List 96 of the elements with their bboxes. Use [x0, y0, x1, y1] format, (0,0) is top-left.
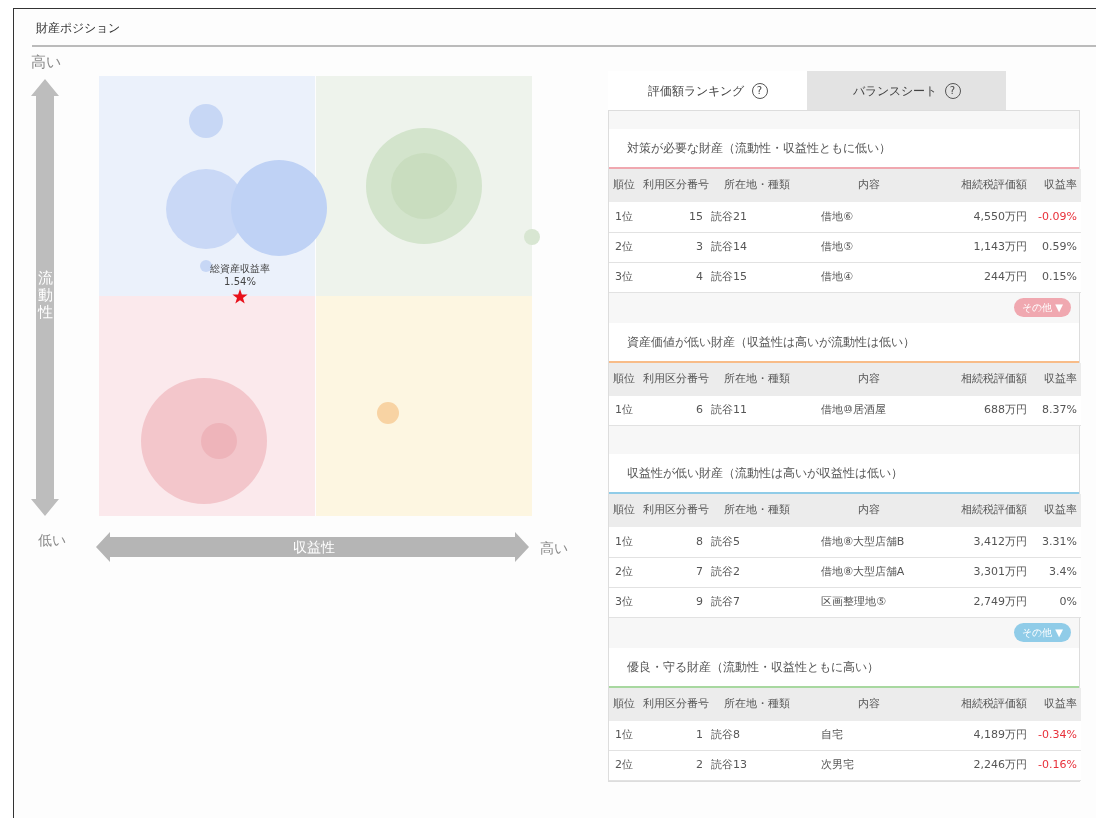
column-header: 順位 — [609, 687, 639, 721]
column-header: 利用区分番号 — [639, 169, 707, 202]
column-header: 相続税評価額 — [931, 687, 1031, 721]
table-cell: 8.37% — [1031, 395, 1081, 426]
bubble — [200, 260, 212, 272]
bubble — [524, 229, 540, 245]
marker-label: 総資産収益率 — [210, 263, 270, 274]
section-title: 収益性が低い財産（流動性は高いが収益性は低い） — [609, 454, 1079, 494]
tab[interactable]: バランスシート ? — [807, 71, 1006, 110]
axis-title: 流動性 — [37, 269, 53, 321]
table-cell: 4 — [639, 262, 707, 292]
table-cell: 読谷11 — [707, 395, 807, 426]
table-cell: 2位 — [609, 750, 639, 781]
table-cell: 7 — [639, 557, 707, 587]
bubble — [189, 104, 223, 138]
table-cell: 読谷2 — [707, 557, 807, 587]
table-cell: 2 — [639, 750, 707, 781]
column-header: 収益率 — [1031, 687, 1081, 721]
table-cell: 2,246万円 — [931, 750, 1031, 781]
column-header: 所在地・種類 — [707, 362, 807, 396]
table-cell: 読谷7 — [707, 587, 807, 617]
table-cell: 読谷15 — [707, 262, 807, 292]
table-cell: 1位 — [609, 527, 639, 557]
marker-value: 1.54% — [224, 276, 256, 287]
table-cell: 3位 — [609, 262, 639, 292]
table-cell: 区画整理地⑤ — [807, 587, 931, 617]
table-cell: 次男宅 — [807, 750, 931, 781]
column-header: 内容 — [807, 494, 931, 527]
section-title: 資産価値が低い財産（収益性は高いが流動性は低い） — [609, 322, 1079, 363]
table-cell: 1 — [639, 720, 707, 751]
section-title: 優良・守る財産（流動性・収益性ともに高い） — [609, 647, 1079, 688]
table-cell: 1位 — [609, 202, 639, 232]
table-cell: 4,189万円 — [931, 720, 1031, 751]
table-cell: 6 — [639, 395, 707, 426]
table-cell: 2,749万円 — [931, 587, 1031, 617]
table-cell: 15 — [639, 202, 707, 232]
table-cell: 3 — [639, 232, 707, 262]
column-header: 内容 — [807, 169, 931, 202]
table-cell: 688万円 — [931, 395, 1031, 426]
column-header: 順位 — [609, 169, 639, 202]
star-icon — [232, 289, 248, 304]
table-cell: 3位 — [609, 587, 639, 617]
axis-label: 高い — [540, 540, 568, 556]
table-cell: 読谷8 — [707, 720, 807, 751]
column-header: 相続税評価額 — [931, 494, 1031, 527]
column-header: 内容 — [807, 362, 931, 396]
table-cell: 借地⑤ — [807, 232, 931, 262]
column-header: 収益率 — [1031, 494, 1081, 527]
table-cell: 0% — [1031, 587, 1081, 617]
column-header: 順位 — [609, 494, 639, 527]
table-cell: 2位 — [609, 232, 639, 262]
table-cell: 読谷21 — [707, 202, 807, 232]
table-cell: 1位 — [609, 395, 639, 426]
axis-label: 高い — [31, 53, 61, 71]
bubble — [377, 402, 399, 424]
table-cell: 借地⑥ — [807, 202, 931, 232]
table-cell: 自宅 — [807, 720, 931, 751]
column-header: 収益率 — [1031, 362, 1081, 396]
table-cell: 244万円 — [931, 262, 1031, 292]
column-header: 相続税評価額 — [931, 362, 1031, 396]
table-cell: 読谷13 — [707, 750, 807, 781]
table-cell: 1,143万円 — [931, 232, 1031, 262]
table-cell: 0.15% — [1031, 262, 1081, 292]
table-cell: 借地⑧大型店舗B — [807, 527, 931, 557]
column-header: 順位 — [609, 362, 639, 396]
table-cell: 借地⑩居酒屋 — [807, 395, 931, 426]
column-header: 利用区分番号 — [639, 687, 707, 721]
column-header: 内容 — [807, 687, 931, 721]
axis-title: 収益性 — [293, 539, 335, 555]
table-cell: 8 — [639, 527, 707, 557]
column-header: 所在地・種類 — [707, 169, 807, 202]
table-cell: 0.59% — [1031, 232, 1081, 262]
table-cell: 3,301万円 — [931, 557, 1031, 587]
table-cell: -0.09% — [1031, 202, 1081, 232]
column-header: 所在地・種類 — [707, 494, 807, 527]
table-cell: 2位 — [609, 557, 639, 587]
column-header: 収益率 — [1031, 169, 1081, 202]
table-cell: -0.34% — [1031, 720, 1081, 751]
table-cell: 3.31% — [1031, 527, 1081, 557]
table-cell: 読谷5 — [707, 527, 807, 557]
table-cell: 1位 — [609, 720, 639, 751]
table-cell: 3,412万円 — [931, 527, 1031, 557]
card-title: 財産ポジション — [35, 20, 121, 37]
table-cell: 3.4% — [1031, 557, 1081, 587]
section-title: 対策が必要な財産（流動性・収益性ともに低い） — [609, 129, 1079, 169]
column-header: 利用区分番号 — [639, 362, 707, 396]
table-cell: 9 — [639, 587, 707, 617]
axis-label: 低い — [38, 532, 66, 548]
column-header: 相続税評価額 — [931, 169, 1031, 202]
table-cell: 借地⑧大型店舗A — [807, 557, 931, 587]
column-header: 所在地・種類 — [707, 687, 807, 721]
column-header: 利用区分番号 — [639, 494, 707, 527]
table-cell: 読谷14 — [707, 232, 807, 262]
table-cell: -0.16% — [1031, 750, 1081, 781]
table-cell: 借地④ — [807, 262, 931, 292]
table-cell: 4,550万円 — [931, 202, 1031, 232]
